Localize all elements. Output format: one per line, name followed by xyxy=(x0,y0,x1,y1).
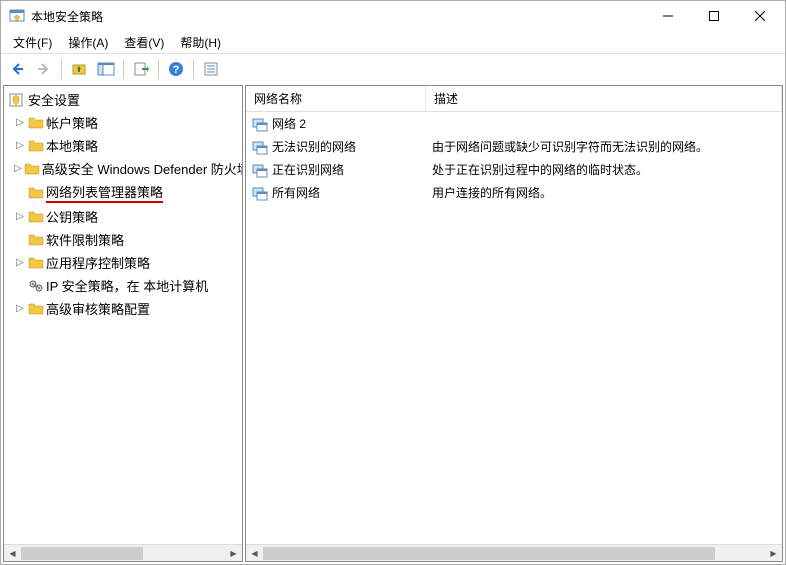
toolbar-separator xyxy=(61,59,62,79)
tree-item[interactable]: ▷ 高级审核策略配置 xyxy=(4,297,242,320)
tree-item[interactable]: ▷ 帐户策略 xyxy=(4,111,242,134)
folder-icon xyxy=(28,301,44,317)
cell-desc xyxy=(426,114,782,133)
tree-item[interactable]: ▷ 公钥策略 xyxy=(4,205,242,228)
security-root-icon xyxy=(8,92,24,108)
ip-policy-icon xyxy=(28,278,44,294)
network-icon xyxy=(252,116,268,132)
network-name-label: 网络 2 xyxy=(272,115,306,132)
tree-item-label: 高级安全 Windows Defender 防火墙 xyxy=(42,159,242,178)
list-body[interactable]: 网络 2 无法识别的网络 由于网络问题或缺少可识别字符而无法识别的网络。正在识别网络… xyxy=(246,112,782,544)
cell-name: 网络 2 xyxy=(246,114,426,133)
list-row[interactable]: 正在识别网络 处于正在识别过程中的网络的临时状态。 xyxy=(246,158,782,181)
list-horizontal-scrollbar[interactable]: ◀ ▶ xyxy=(246,544,782,561)
cell-name: 所有网络 xyxy=(246,183,426,202)
folder-icon xyxy=(24,161,40,177)
folder-icon xyxy=(28,185,44,201)
expand-spacer xyxy=(14,234,26,246)
expand-icon[interactable]: ▷ xyxy=(14,117,26,129)
tree-item[interactable]: ▷ 应用程序控制策略 xyxy=(4,251,242,274)
help-button[interactable]: ? xyxy=(164,57,188,81)
network-icon xyxy=(252,139,268,155)
tree-horizontal-scrollbar[interactable]: ◀ ▶ xyxy=(4,544,242,561)
folder-icon xyxy=(28,232,44,248)
tree-root[interactable]: 安全设置 xyxy=(4,88,242,111)
expand-icon[interactable]: ▷ xyxy=(14,257,26,269)
cell-name: 正在识别网络 xyxy=(246,160,426,179)
tree-item-label: 公钥策略 xyxy=(46,207,98,226)
expand-spacer xyxy=(14,187,26,199)
toolbar: ? xyxy=(1,53,785,83)
tree-item[interactable]: 软件限制策略 xyxy=(4,228,242,251)
scroll-right-button[interactable]: ▶ xyxy=(225,545,242,562)
toolbar-separator xyxy=(193,59,194,79)
menubar: 文件(F) 操作(A) 查看(V) 帮助(H) xyxy=(1,31,785,53)
minimize-button[interactable] xyxy=(645,1,691,31)
folder-icon xyxy=(28,115,44,131)
folder-icon xyxy=(28,138,44,154)
toolbar-separator xyxy=(123,59,124,79)
tree-item-label: 帐户策略 xyxy=(46,113,98,132)
expand-spacer xyxy=(14,280,26,292)
tree-item-label: IP 安全策略，在 本地计算机 xyxy=(46,276,208,295)
cell-desc: 处于正在识别过程中的网络的临时状态。 xyxy=(426,160,782,179)
network-name-label: 无法识别的网络 xyxy=(272,138,356,155)
list-row[interactable]: 无法识别的网络 由于网络问题或缺少可识别字符而无法识别的网络。 xyxy=(246,135,782,158)
forward-button[interactable] xyxy=(32,57,56,81)
list-row[interactable]: 网络 2 xyxy=(246,112,782,135)
column-header-desc[interactable]: 描述 xyxy=(426,86,782,111)
maximize-button[interactable] xyxy=(691,1,737,31)
window-title: 本地安全策略 xyxy=(31,8,645,25)
tree-panel: 安全设置 ▷ 帐户策略 ▷ 本地策略 ▷ 高级安全 Windows Defender 防火… xyxy=(3,85,243,562)
svg-text:?: ? xyxy=(173,64,180,76)
tree-root-label: 安全设置 xyxy=(28,90,80,109)
show-hide-tree-button[interactable] xyxy=(94,57,118,81)
tree-item-label: 应用程序控制策略 xyxy=(46,253,150,272)
network-icon xyxy=(252,162,268,178)
tree-item[interactable]: 网络列表管理器策略 xyxy=(4,180,242,205)
tree-item[interactable]: ▷ 高级安全 Windows Defender 防火墙 xyxy=(4,157,242,180)
tree-item-label: 本地策略 xyxy=(46,136,98,155)
cell-name: 无法识别的网络 xyxy=(246,137,426,156)
back-button[interactable] xyxy=(5,57,29,81)
expand-icon[interactable]: ▷ xyxy=(14,140,26,152)
scroll-left-button[interactable]: ◀ xyxy=(4,545,21,562)
scroll-left-button[interactable]: ◀ xyxy=(246,545,263,562)
tree-item[interactable]: IP 安全策略，在 本地计算机 xyxy=(4,274,242,297)
expand-icon[interactable]: ▷ xyxy=(14,211,26,223)
network-name-label: 所有网络 xyxy=(272,184,320,201)
main-content: 安全设置 ▷ 帐户策略 ▷ 本地策略 ▷ 高级安全 Windows Defender 防火… xyxy=(1,83,785,564)
scrollbar-thumb[interactable] xyxy=(263,547,715,560)
expand-icon[interactable]: ▷ xyxy=(14,163,22,175)
app-icon xyxy=(9,8,25,24)
scrollbar-thumb[interactable] xyxy=(21,547,143,560)
tree-item-label: 高级审核策略配置 xyxy=(46,299,150,318)
policy-tree[interactable]: 安全设置 ▷ 帐户策略 ▷ 本地策略 ▷ 高级安全 Windows Defender 防火… xyxy=(4,86,242,544)
menu-view[interactable]: 查看(V) xyxy=(116,32,172,53)
close-button[interactable] xyxy=(737,1,783,31)
list-panel: 网络名称 描述 网络 2 无法识别的网络 由于网络问题或缺少可识别字符而无法识别的网… xyxy=(245,85,783,562)
folder-icon xyxy=(28,255,44,271)
cell-desc: 由于网络问题或缺少可识别字符而无法识别的网络。 xyxy=(426,137,782,156)
menu-file[interactable]: 文件(F) xyxy=(5,32,60,53)
titlebar: 本地安全策略 xyxy=(1,1,785,31)
list-header: 网络名称 描述 xyxy=(246,86,782,112)
tree-item[interactable]: ▷ 本地策略 xyxy=(4,134,242,157)
export-button[interactable] xyxy=(129,57,153,81)
up-button[interactable] xyxy=(67,57,91,81)
network-icon xyxy=(252,185,268,201)
list-row[interactable]: 所有网络 用户连接的所有网络。 xyxy=(246,181,782,204)
menu-help[interactable]: 帮助(H) xyxy=(172,32,229,53)
properties-button[interactable] xyxy=(199,57,223,81)
network-name-label: 正在识别网络 xyxy=(272,161,344,178)
cell-desc: 用户连接的所有网络。 xyxy=(426,183,782,202)
expand-icon[interactable]: ▷ xyxy=(14,303,26,315)
folder-icon xyxy=(28,209,44,225)
menu-action[interactable]: 操作(A) xyxy=(60,32,116,53)
tree-item-label: 软件限制策略 xyxy=(46,230,124,249)
column-header-name[interactable]: 网络名称 xyxy=(246,86,426,111)
toolbar-separator xyxy=(158,59,159,79)
tree-item-label: 网络列表管理器策略 xyxy=(46,182,163,203)
scroll-right-button[interactable]: ▶ xyxy=(765,545,782,562)
